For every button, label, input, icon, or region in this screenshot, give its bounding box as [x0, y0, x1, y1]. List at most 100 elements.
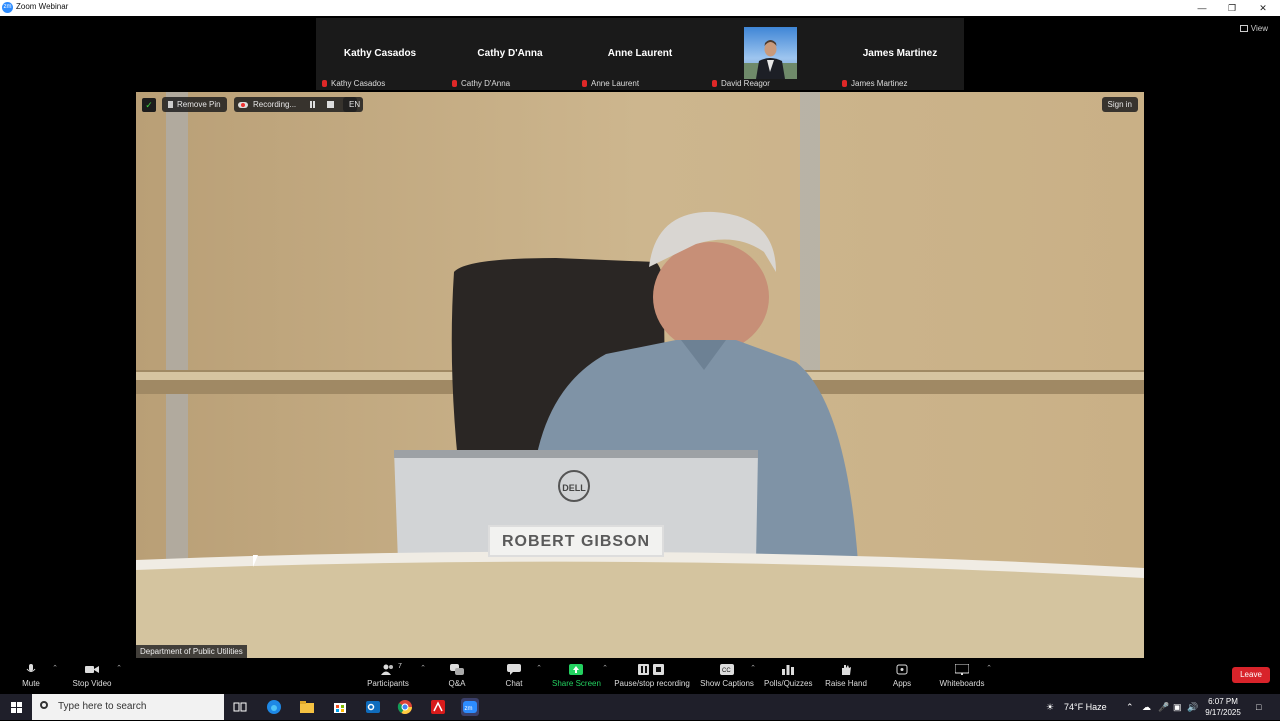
participant-tile[interactable]: Anne Laurent Anne Laurent: [576, 18, 704, 90]
windows-start-icon[interactable]: [0, 694, 32, 720]
participant-label: James Martinez: [842, 79, 907, 88]
acrobat-icon[interactable]: [429, 698, 447, 716]
stop-recording-icon[interactable]: [327, 101, 334, 108]
store-icon[interactable]: [331, 698, 349, 716]
pin-icon: [168, 101, 173, 109]
security-shield-icon[interactable]: ✓: [142, 98, 156, 112]
notification-icon[interactable]: □: [1256, 694, 1261, 720]
apps-button[interactable]: Apps: [888, 658, 916, 694]
participant-tile[interactable]: James Martinez James Martinez: [836, 18, 964, 90]
mute-label: Mute: [22, 679, 40, 688]
participant-name: James Martinez: [851, 79, 908, 88]
view-button[interactable]: View: [1239, 24, 1268, 33]
volume-icon[interactable]: 🔊: [1187, 694, 1198, 720]
participant-big-name: Anne Laurent: [607, 48, 673, 59]
task-view-icon[interactable]: [231, 698, 249, 716]
chevron-up-icon[interactable]: ⌃: [602, 664, 608, 672]
pause-recording-icon[interactable]: [310, 101, 315, 108]
close-icon[interactable]: ✕: [1249, 0, 1277, 16]
mic-muted-icon: [582, 80, 587, 88]
participant-tile[interactable]: Cathy D'Anna Cathy D'Anna: [446, 18, 574, 90]
language-button[interactable]: EN: [343, 97, 363, 112]
chevron-up-icon[interactable]: ⌃: [420, 664, 426, 672]
zoom-icon[interactable]: zm: [461, 698, 479, 716]
share-screen-button[interactable]: Share Screen ⌃: [552, 658, 608, 694]
share-screen-icon: [569, 664, 583, 675]
dell-logo: DELL: [558, 470, 590, 502]
chat-icon: [507, 664, 521, 675]
clock-time: 6:07 PM: [1208, 697, 1238, 706]
participants-button[interactable]: Participants 7 ⌃: [362, 658, 426, 694]
polls-button[interactable]: Polls/Quizzes: [764, 658, 812, 694]
window-title: Zoom Webinar: [16, 2, 69, 11]
chevron-up-icon[interactable]: ⌃: [536, 664, 542, 672]
edge-icon[interactable]: [265, 698, 283, 716]
file-explorer-icon[interactable]: [298, 698, 316, 716]
search-icon: [40, 701, 48, 709]
participant-big-name: Kathy Casados: [343, 48, 417, 59]
polls-label: Polls/Quizzes: [764, 679, 813, 688]
pause-stop-icon: [638, 664, 664, 675]
network-icon[interactable]: ▣: [1173, 694, 1182, 720]
apps-label: Apps: [892, 679, 912, 688]
participant-name: David Reagor: [721, 79, 770, 88]
participant-label: David Reagor: [712, 79, 770, 88]
clock-date: 9/17/2025: [1205, 708, 1241, 717]
chat-button[interactable]: Chat ⌃: [500, 658, 542, 694]
show-captions-button[interactable]: CC Show Captions ⌃: [700, 658, 756, 694]
whiteboards-label: Whiteboards: [939, 679, 985, 688]
main-video[interactable]: DELL ROBERT GIBSON ✓ Remove Pin Recordin…: [136, 92, 1144, 658]
leave-button[interactable]: Leave: [1232, 667, 1270, 683]
raise-hand-button[interactable]: Raise Hand: [824, 658, 868, 694]
video-frame-illustration: [136, 92, 1144, 658]
pause-stop-recording-button[interactable]: Pause/stop recording: [614, 658, 690, 694]
polls-icon: [782, 665, 794, 675]
microphone-tray-icon[interactable]: 🎤: [1158, 694, 1169, 720]
weather-text[interactable]: 74°F Haze: [1064, 694, 1107, 720]
remove-pin-label: Remove Pin: [177, 100, 221, 109]
qa-button[interactable]: Q&A: [444, 658, 470, 694]
recording-indicator: Recording...: [234, 97, 357, 112]
qa-icon: [450, 664, 464, 675]
participant-tile[interactable]: David Reagor: [706, 18, 834, 90]
search-placeholder: Type here to search: [58, 701, 147, 712]
tray-chevron-icon[interactable]: ⌃: [1126, 694, 1134, 720]
view-label: View: [1250, 24, 1268, 33]
participant-label: Anne Laurent: [582, 79, 639, 88]
captions-icon: CC: [720, 664, 734, 675]
stop-video-button[interactable]: Stop Video ⌃: [68, 658, 123, 694]
system-clock[interactable]: 6:07 PM 9/17/2025: [1198, 696, 1248, 718]
chevron-up-icon[interactable]: ⌃: [750, 664, 756, 672]
pause-stop-recording-label: Pause/stop recording: [614, 679, 690, 688]
chrome-icon[interactable]: [396, 698, 414, 716]
whiteboards-button[interactable]: Whiteboards ⌃: [936, 658, 992, 694]
remove-pin-button[interactable]: Remove Pin: [162, 97, 227, 112]
minimize-icon[interactable]: —: [1188, 0, 1216, 16]
nameplate: ROBERT GIBSON: [488, 525, 664, 557]
mic-muted-icon: [712, 80, 717, 88]
restore-icon[interactable]: ❐: [1218, 0, 1246, 16]
video-gallery-strip: Kathy Casados Kathy Casados Cathy D'Anna…: [316, 18, 964, 90]
participant-photo: [744, 27, 797, 79]
chevron-up-icon[interactable]: ⌃: [116, 664, 122, 672]
svg-text:CC: CC: [722, 668, 731, 674]
mute-button[interactable]: Mute ⌃: [14, 658, 58, 694]
participant-big-name: James Martinez: [862, 48, 938, 59]
chevron-up-icon[interactable]: ⌃: [52, 664, 58, 672]
weather-icon[interactable]: ☀: [1046, 694, 1054, 720]
sign-in-button[interactable]: Sign in: [1101, 97, 1138, 112]
microphone-icon: [26, 664, 36, 672]
recording-label: Recording...: [253, 100, 297, 109]
onedrive-icon[interactable]: ☁: [1142, 694, 1151, 720]
zoom-app-icon: zm: [2, 2, 13, 13]
raise-hand-icon: [842, 665, 851, 675]
taskbar-search-box[interactable]: Type here to search: [32, 694, 224, 720]
participant-label: Kathy Casados: [322, 79, 385, 88]
mic-muted-icon: [322, 80, 327, 88]
whiteboard-icon: [954, 663, 970, 675]
participant-tile[interactable]: Kathy Casados Kathy Casados: [316, 18, 444, 90]
svg-text:zm: zm: [465, 706, 473, 712]
chevron-up-icon[interactable]: ⌃: [986, 664, 992, 672]
outlook-icon[interactable]: [364, 698, 382, 716]
mic-muted-icon: [842, 80, 847, 88]
